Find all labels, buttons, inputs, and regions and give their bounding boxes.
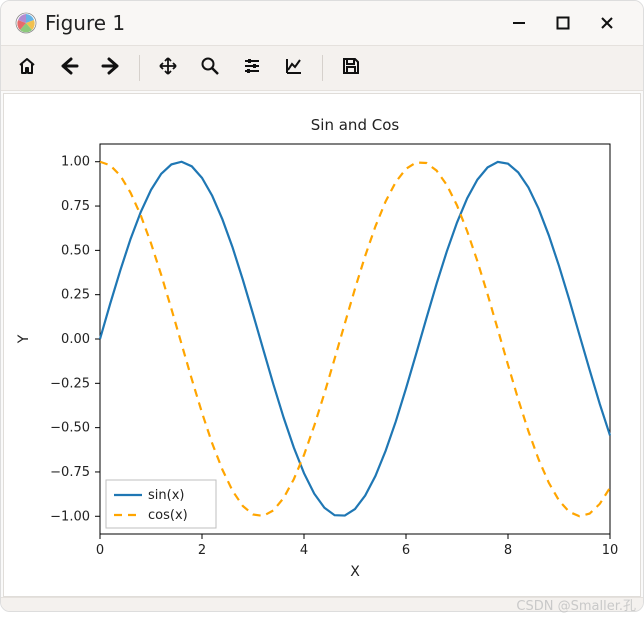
forward-button[interactable] [91, 48, 131, 88]
svg-text:1.00: 1.00 [61, 155, 90, 170]
toolbar-separator [139, 55, 140, 81]
svg-text:0: 0 [96, 543, 104, 558]
svg-text:−0.50: −0.50 [50, 421, 90, 436]
home-icon [17, 56, 37, 80]
arrow-left-icon [59, 56, 79, 80]
edit-button[interactable] [274, 48, 314, 88]
sliders-icon [242, 56, 262, 80]
window-title: Figure 1 [45, 11, 125, 35]
legend-item-1: cos(x) [148, 508, 188, 523]
arrow-right-icon [101, 56, 121, 80]
move-icon [158, 56, 178, 80]
save-button[interactable] [331, 48, 371, 88]
toolbar-separator [322, 55, 323, 81]
svg-text:8: 8 [504, 543, 512, 558]
legend-item-0: sin(x) [148, 488, 184, 503]
svg-text:10: 10 [602, 543, 619, 558]
svg-text:0.25: 0.25 [61, 288, 90, 303]
svg-text:4: 4 [300, 543, 308, 558]
status-bar [1, 597, 643, 611]
svg-text:2: 2 [198, 543, 206, 558]
chart-title: Sin and Cos [311, 116, 400, 134]
back-button[interactable] [49, 48, 89, 88]
toolbar [1, 45, 643, 91]
svg-text:6: 6 [402, 543, 410, 558]
svg-text:−0.25: −0.25 [50, 376, 90, 391]
svg-text:−0.75: −0.75 [50, 465, 90, 480]
plot-canvas[interactable]: 0 2 4 6 8 10 −1.00 −0.75 −0.50 −0.25 0.00 0.25 0.50 0… [3, 93, 641, 597]
x-axis-label: X [350, 564, 360, 580]
y-axis-label: Y [16, 334, 32, 344]
search-icon [200, 56, 220, 80]
close-button[interactable] [585, 3, 629, 43]
maximize-button[interactable] [541, 3, 585, 43]
series-cos(x) [100, 162, 610, 517]
pan-button[interactable] [148, 48, 188, 88]
svg-text:−1.00: −1.00 [50, 509, 90, 524]
figure-window: Figure 1 [0, 0, 644, 612]
app-icon [15, 12, 37, 34]
home-button[interactable] [7, 48, 47, 88]
titlebar: Figure 1 [1, 1, 643, 45]
svg-text:0.50: 0.50 [61, 243, 90, 258]
svg-text:0.75: 0.75 [61, 199, 90, 214]
minimize-button[interactable] [497, 3, 541, 43]
svg-text:0.00: 0.00 [61, 332, 90, 347]
series-sin(x) [100, 162, 610, 516]
chart-line-icon [284, 56, 304, 80]
zoom-button[interactable] [190, 48, 230, 88]
save-icon [341, 56, 361, 80]
configure-button[interactable] [232, 48, 272, 88]
